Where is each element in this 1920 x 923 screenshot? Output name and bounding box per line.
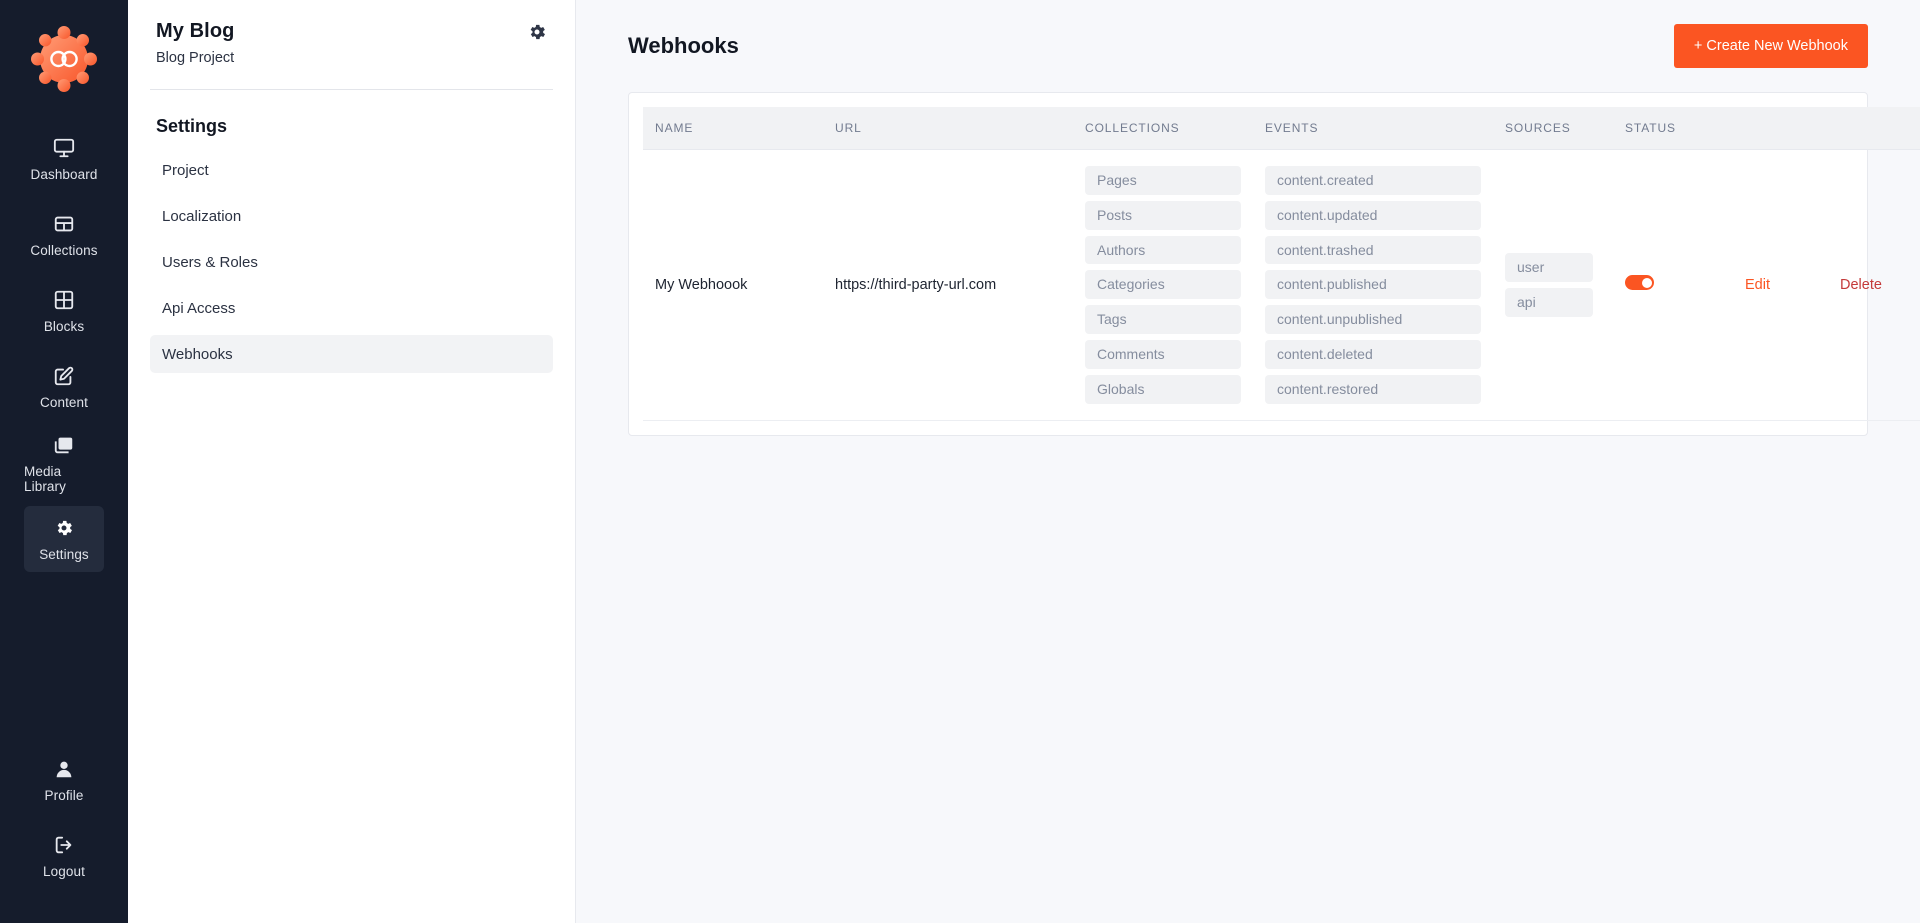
settings-item-label: Users & Roles bbox=[162, 253, 258, 271]
cell-events: content.created content.updated content.… bbox=[1253, 149, 1493, 421]
sidebar-item-media-library[interactable]: Media Library bbox=[24, 430, 104, 496]
collection-tag: Categories bbox=[1085, 270, 1241, 300]
project-title: My Blog bbox=[156, 20, 235, 42]
sidebar-item-settings[interactable]: Settings bbox=[24, 506, 104, 572]
collection-tag: Posts bbox=[1085, 200, 1241, 230]
sidebar-item-label: Content bbox=[40, 395, 88, 410]
sidebar-item-label: Logout bbox=[43, 864, 85, 879]
source-tag: api bbox=[1505, 287, 1593, 317]
cell-sources: user api bbox=[1493, 149, 1613, 421]
sidebar-item-profile[interactable]: Profile bbox=[24, 747, 104, 813]
rail-bottom-nav: Profile Logout bbox=[0, 747, 128, 899]
collections-tag-list: Pages Posts Authors Categories Tags Comm… bbox=[1085, 166, 1241, 404]
user-icon bbox=[53, 757, 75, 781]
rail-nav-list: Dashboard Collections Blocks Content Med… bbox=[0, 126, 128, 582]
settings-item-label: Localization bbox=[162, 207, 242, 225]
logout-icon bbox=[53, 833, 75, 857]
cell-url: https://third-party-url.com bbox=[823, 149, 1073, 421]
sidebar-item-label: Profile bbox=[44, 788, 84, 803]
monitor-icon bbox=[53, 136, 75, 160]
project-subtitle: Blog Project bbox=[156, 50, 235, 66]
column-header-events: EVENTS bbox=[1253, 107, 1493, 150]
grid-icon bbox=[53, 288, 75, 312]
column-header-collections: COLLECTIONS bbox=[1073, 107, 1253, 150]
gear-icon bbox=[54, 516, 74, 540]
project-header: My Blog Blog Project bbox=[128, 0, 575, 66]
column-header-url: URL bbox=[823, 107, 1073, 150]
event-tag: content.created bbox=[1265, 166, 1481, 195]
event-tag: content.deleted bbox=[1265, 339, 1481, 369]
table-row: My Webhoook https://third-party-url.com … bbox=[643, 149, 1920, 421]
sidebar-item-dashboard[interactable]: Dashboard bbox=[24, 126, 104, 192]
column-header-edit bbox=[1733, 107, 1828, 150]
sidebar-item-label: Media Library bbox=[24, 463, 66, 494]
project-settings-gear-icon[interactable] bbox=[527, 22, 547, 42]
event-tag: content.published bbox=[1265, 270, 1481, 300]
sidebar-item-collections[interactable]: Collections bbox=[24, 202, 104, 268]
event-tag: content.trashed bbox=[1265, 235, 1481, 265]
event-tag: content.updated bbox=[1265, 200, 1481, 230]
toggle-knob bbox=[1641, 277, 1652, 288]
sources-tag-list: user api bbox=[1505, 252, 1601, 317]
status-toggle[interactable] bbox=[1625, 275, 1654, 291]
sidebar-item-label: Settings bbox=[39, 547, 89, 562]
sidebar-item-label: Collections bbox=[30, 243, 98, 258]
cell-status bbox=[1613, 149, 1733, 421]
main-header: Webhooks + Create New Webhook bbox=[576, 0, 1920, 92]
collection-tag: Comments bbox=[1085, 339, 1241, 369]
settings-item-users-roles[interactable]: Users & Roles bbox=[150, 243, 553, 281]
settings-section-title: Settings bbox=[156, 116, 228, 136]
settings-item-label: Api Access bbox=[162, 299, 236, 317]
primary-nav-rail: Dashboard Collections Blocks Content Med… bbox=[0, 0, 128, 923]
collection-tag: Pages bbox=[1085, 166, 1241, 195]
cell-collections: Pages Posts Authors Categories Tags Comm… bbox=[1073, 149, 1253, 421]
webhooks-table: NAME URL COLLECTIONS EVENTS SOURCES STAT… bbox=[643, 107, 1920, 421]
collection-tag: Tags bbox=[1085, 305, 1241, 334]
settings-item-project[interactable]: Project bbox=[150, 151, 553, 189]
column-header-status: STATUS bbox=[1613, 107, 1733, 150]
edit-link[interactable]: Edit bbox=[1745, 277, 1770, 293]
webhooks-table-body: My Webhoook https://third-party-url.com … bbox=[643, 149, 1920, 421]
cell-delete: Delete bbox=[1828, 149, 1920, 421]
edit-square-icon bbox=[53, 364, 75, 388]
main-content: Webhooks + Create New Webhook NAME URL C… bbox=[576, 0, 1920, 923]
event-tag: content.restored bbox=[1265, 374, 1481, 404]
webhooks-card-wrap: NAME URL COLLECTIONS EVENTS SOURCES STAT… bbox=[576, 92, 1920, 436]
settings-item-webhooks[interactable]: Webhooks bbox=[150, 335, 553, 373]
settings-item-label: Project bbox=[162, 161, 209, 179]
collection-tag: Globals bbox=[1085, 374, 1241, 404]
sidebar-item-blocks[interactable]: Blocks bbox=[24, 278, 104, 344]
webhooks-card: NAME URL COLLECTIONS EVENTS SOURCES STAT… bbox=[628, 92, 1920, 436]
sidebar-item-label: Blocks bbox=[43, 319, 85, 334]
column-header-name: NAME bbox=[643, 107, 823, 150]
table-header-row: NAME URL COLLECTIONS EVENTS SOURCES STAT… bbox=[643, 107, 1920, 150]
cell-name: My Webhoook bbox=[643, 149, 823, 421]
table-icon bbox=[53, 212, 75, 236]
app-root: Dashboard Collections Blocks Content Med… bbox=[0, 0, 1920, 923]
settings-item-api-access[interactable]: Api Access bbox=[150, 289, 553, 327]
sidebar-item-content[interactable]: Content bbox=[24, 354, 104, 420]
cell-edit: Edit bbox=[1733, 149, 1828, 421]
settings-item-label: Webhooks bbox=[162, 345, 233, 363]
collection-tag: Authors bbox=[1085, 235, 1241, 265]
event-tag: content.unpublished bbox=[1265, 305, 1481, 334]
create-new-webhook-button[interactable]: + Create New Webhook bbox=[1673, 24, 1868, 68]
webhooks-table-head: NAME URL COLLECTIONS EVENTS SOURCES STAT… bbox=[643, 107, 1920, 150]
column-header-delete bbox=[1828, 107, 1920, 150]
sidebar-item-logout[interactable]: Logout bbox=[24, 823, 104, 889]
delete-link[interactable]: Delete bbox=[1840, 277, 1882, 293]
events-tag-list: content.created content.updated content.… bbox=[1265, 166, 1481, 404]
source-tag: user bbox=[1505, 252, 1593, 282]
settings-panel: My Blog Blog Project Settings Project Lo… bbox=[128, 0, 576, 923]
page-title: Webhooks bbox=[628, 33, 739, 58]
column-header-sources: SOURCES bbox=[1493, 107, 1613, 150]
image-stack-icon bbox=[53, 433, 75, 457]
sidebar-item-label: Dashboard bbox=[30, 167, 98, 182]
settings-item-localization[interactable]: Localization bbox=[150, 197, 553, 235]
app-logo[interactable] bbox=[31, 26, 97, 92]
settings-nav-list: Project Localization Users & Roles Api A… bbox=[128, 151, 575, 373]
